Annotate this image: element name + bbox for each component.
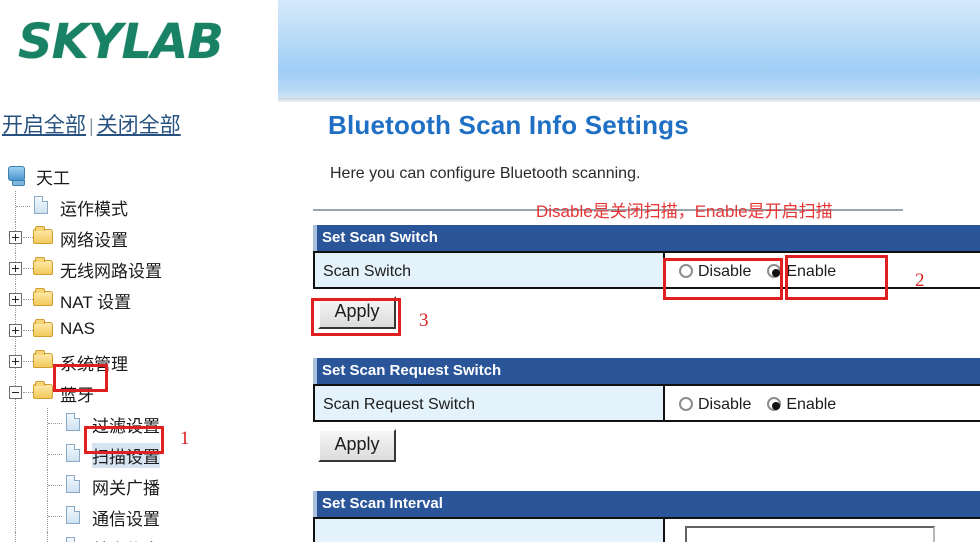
navigation-tree: 天工 运作模式 网络设置 无线网路设置 NAT 设置 NAS 系统管理 蓝牙 过… [0,160,278,542]
expander-plus-icon[interactable] [9,231,22,244]
header-banner-shadow [278,98,980,102]
tree-item-system-management[interactable]: 系统管理 [0,346,278,377]
row-label-scan-switch: Scan Switch [313,253,665,287]
collapse-all-link[interactable]: 关闭全部 [97,114,181,137]
page-root: SKYLAB 开启全部 | 关闭全部 天工 运作模式 网络设置 无线网路设置 N… [0,0,980,542]
computer-icon [8,166,25,186]
radio-label: Enable [786,396,837,413]
radio-label: Disable [698,396,752,413]
section-set-scan-interval: Set Scan Interval [313,491,980,542]
tree-item-basic-info[interactable]: 基本信息 [0,532,278,542]
skylab-logo: SKYLAB [18,14,224,70]
tree-item-nat-settings[interactable]: NAT 设置 [0,284,278,315]
section-header: Set Scan Request Switch [313,358,980,384]
table-row: Scan Request Switch Disable Enable [313,384,980,422]
radio-disable-icon[interactable] [679,264,693,278]
tree-item-bluetooth[interactable]: 蓝牙 [0,377,278,408]
tree-item-label: 通信设置 [92,510,160,529]
section-set-scan-switch: Set Scan Switch Scan Switch Disable Enabl… [313,225,980,329]
tree-item-scan-settings[interactable]: 扫描设置 [0,439,278,470]
page-icon [66,475,80,493]
page-icon [66,444,80,462]
section-header: Set Scan Interval [313,491,980,517]
table-row: Scan Switch Disable Enable [313,251,980,289]
tree-item-network-settings[interactable]: 网络设置 [0,222,278,253]
expander-plus-icon[interactable] [9,293,22,306]
scan-interval-input[interactable] [685,526,935,542]
tree-item-label: 系统管理 [60,355,128,374]
table-row [313,517,980,542]
tree-item-label: 蓝牙 [60,386,94,405]
radio-label: Enable [786,263,837,280]
annotation-marker-2: 2 [915,270,925,291]
tree-item-label: 网络设置 [60,231,128,250]
tree-item-label: 过滤设置 [92,417,160,436]
tree-controls: 开启全部 | 关闭全部 [2,109,181,139]
apply-button-scan-request-switch[interactable]: Apply [318,429,396,462]
folder-icon [33,226,53,244]
tree-item-filter-settings[interactable]: 过滤设置 [0,408,278,439]
folder-icon [33,350,53,368]
expander-plus-icon[interactable] [9,355,22,368]
tree-item-gateway-broadcast[interactable]: 网关广播 [0,470,278,501]
folder-icon [33,257,53,275]
radio-option-enable[interactable]: Enable [767,263,836,280]
radio-option-disable[interactable]: Disable [679,396,751,413]
page-icon [66,537,80,542]
radio-enable-icon[interactable] [767,264,782,278]
row-label-scan-interval [313,519,665,542]
radio-enable-icon[interactable] [767,397,782,411]
folder-icon [33,288,53,306]
radio-disable-icon[interactable] [679,397,693,411]
row-value-scan-switch: Disable Enable [665,253,980,287]
tree-item-communication-settings[interactable]: 通信设置 [0,501,278,532]
tree-item-wireless-settings[interactable]: 无线网路设置 [0,253,278,284]
header-banner [278,0,980,98]
page-subtitle: Here you can configure Bluetooth scannin… [330,165,641,182]
radio-option-enable[interactable]: Enable [767,396,836,413]
expand-all-link[interactable]: 开启全部 [2,114,86,137]
folder-icon [33,319,53,337]
tree-item-label: 运作模式 [60,200,128,219]
section-header: Set Scan Switch [313,225,980,251]
tree-item-operation-mode[interactable]: 运作模式 [0,191,278,222]
tree-item-root[interactable]: 天工 [0,160,278,191]
tree-item-label: 天工 [36,169,70,188]
radio-option-disable[interactable]: Disable [679,263,751,280]
tree-item-label: 基本信息 [92,536,160,542]
page-icon [66,506,80,524]
page-title: Bluetooth Scan Info Settings [328,110,689,140]
row-label-scan-request-switch: Scan Request Switch [313,386,665,420]
annotation-marker-1: 1 [180,428,190,449]
expander-plus-icon[interactable] [9,262,22,275]
tree-item-label: 网关广播 [92,479,160,498]
folder-icon [33,381,53,399]
annotation-note-scan-switch: Disable是关闭扫描，Enable是开启扫描 [536,202,833,221]
links-separator: | [89,116,94,136]
tree-item-label: 扫描设置 [92,443,160,468]
tree-item-nas[interactable]: NAS [0,315,278,346]
tree-item-label: NAT 设置 [60,293,132,312]
radio-label: Disable [698,263,752,280]
page-icon [34,196,48,214]
row-value-scan-interval [665,519,980,542]
row-value-scan-request-switch: Disable Enable [665,386,980,420]
apply-button-scan-switch[interactable]: Apply [318,296,396,329]
section-set-scan-request-switch: Set Scan Request Switch Scan Request Swi… [313,358,980,462]
annotation-marker-3: 3 [419,310,429,331]
tree-item-label: 无线网路设置 [60,262,162,281]
expander-plus-icon[interactable] [9,324,22,337]
page-icon [66,413,80,431]
tree-item-label: NAS [60,319,95,338]
expander-minus-icon[interactable] [9,386,22,399]
